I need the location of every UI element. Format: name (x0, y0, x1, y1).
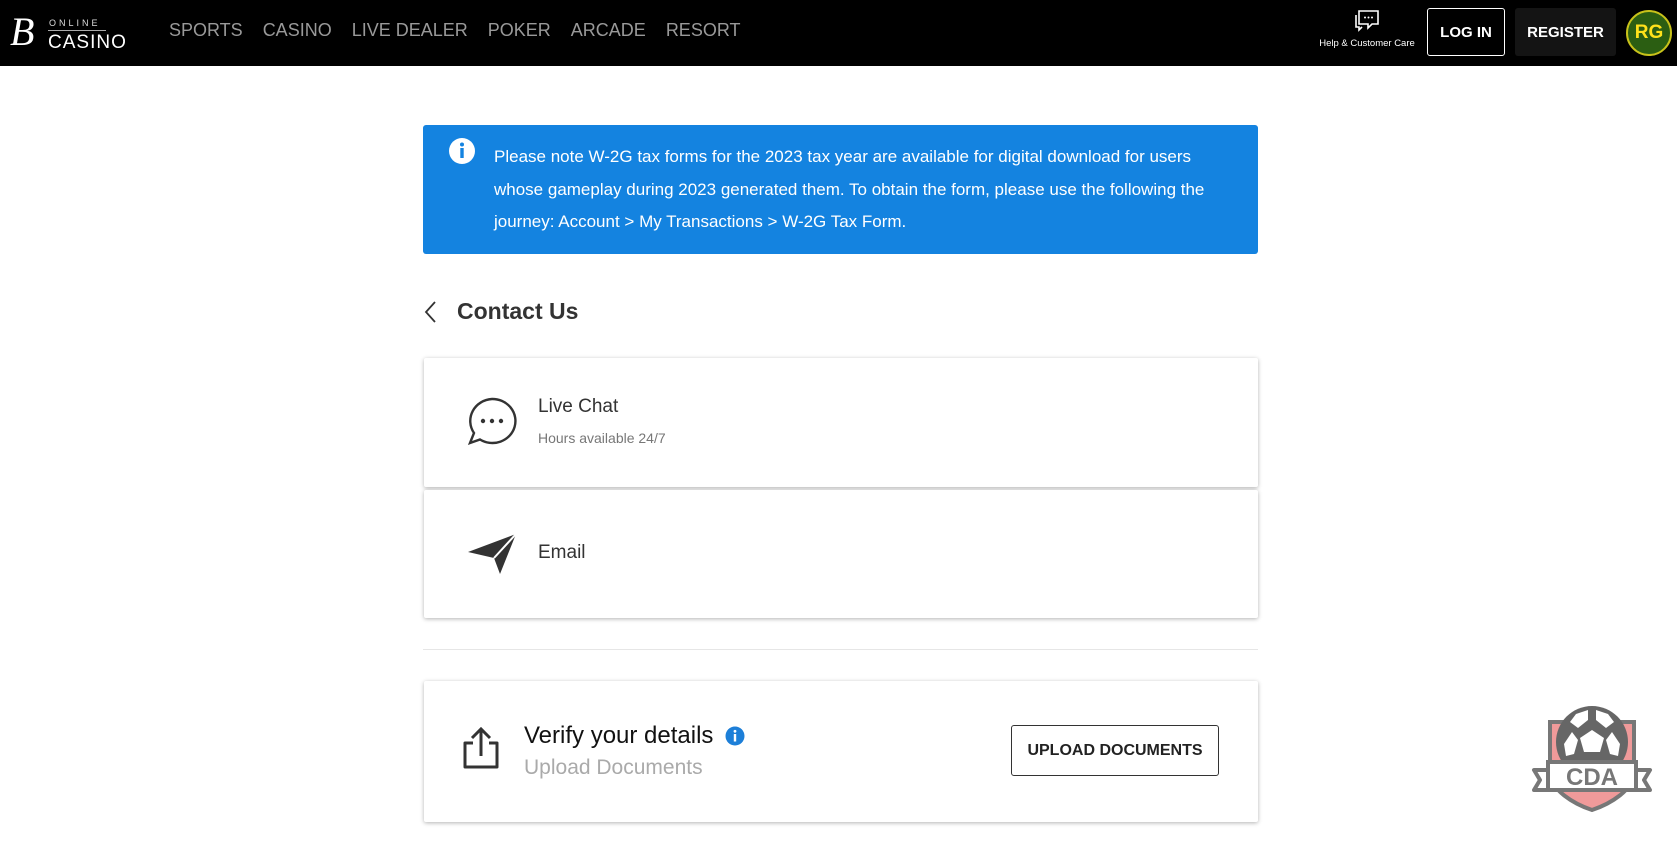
logo[interactable]: B ONLINE CASINO (8, 9, 133, 54)
verify-subtitle: Upload Documents (524, 756, 703, 779)
responsible-gaming-badge[interactable]: RG (1626, 10, 1672, 56)
cda-badge[interactable]: CDA (1530, 700, 1654, 812)
login-button[interactable]: LOG IN (1427, 8, 1505, 56)
chat-bubble-icon (467, 397, 517, 446)
upload-icon (463, 726, 499, 769)
live-chat-option[interactable]: Live Chat Hours available 24/7 (424, 358, 1258, 487)
live-chat-hours: Hours available 24/7 (538, 430, 666, 446)
divider (423, 649, 1258, 650)
verify-title: Verify your details (524, 722, 745, 750)
info-icon (449, 138, 475, 164)
paper-plane-icon (468, 533, 517, 574)
email-title: Email (538, 542, 586, 563)
help-customer-care[interactable]: Help & Customer Care (1314, 8, 1420, 49)
info-banner: Please note W-2G tax forms for the 2023 … (423, 125, 1258, 254)
help-chat-icon (1355, 10, 1379, 32)
verify-details-card: Verify your details Upload Documents UPL… (424, 681, 1258, 822)
help-label: Help & Customer Care (1319, 38, 1415, 49)
main-menu: SPORTS CASINO LIVE DEALER POKER ARCADE R… (169, 20, 741, 41)
logo-letter: B (10, 9, 35, 54)
chevron-left-icon[interactable] (423, 300, 437, 324)
upload-documents-button[interactable]: UPLOAD DOCUMENTS (1011, 725, 1219, 776)
email-option[interactable]: Email (424, 490, 1258, 618)
banner-text: Please note W-2G tax forms for the 2023 … (494, 147, 1205, 231)
info-icon[interactable] (725, 726, 745, 746)
nav-casino[interactable]: CASINO (263, 20, 332, 41)
page-title: Contact Us (457, 298, 579, 324)
page-header: Contact Us (423, 298, 578, 325)
register-button[interactable]: REGISTER (1515, 8, 1616, 56)
nav-resort[interactable]: RESORT (666, 20, 741, 41)
nav-sports[interactable]: SPORTS (169, 20, 243, 41)
verify-title-text: Verify your details (524, 722, 714, 749)
nav-live-dealer[interactable]: LIVE DEALER (352, 20, 468, 41)
logo-line (48, 30, 106, 31)
nav-poker[interactable]: POKER (488, 20, 551, 41)
nav-arcade[interactable]: ARCADE (571, 20, 646, 41)
logo-top: ONLINE (49, 18, 101, 28)
live-chat-title: Live Chat (538, 396, 619, 417)
top-nav: B ONLINE CASINO SPORTS CASINO LIVE DEALE… (0, 0, 1677, 66)
cda-text: CDA (1566, 764, 1618, 791)
logo-bottom: CASINO (48, 32, 127, 53)
